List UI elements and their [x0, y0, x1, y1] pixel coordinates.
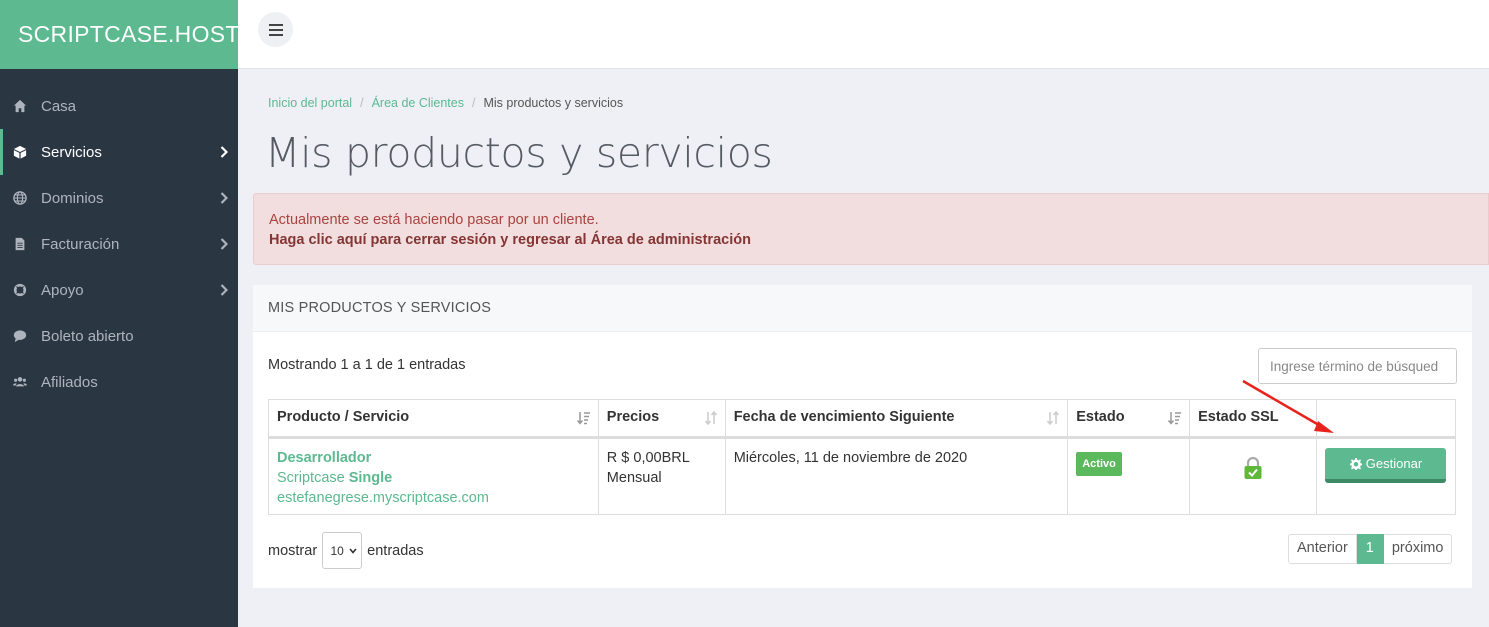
globe-icon	[13, 191, 27, 205]
pagination-next[interactable]: próximo	[1383, 534, 1453, 564]
alert-text: Actualmente se está haciendo pasar por u…	[269, 212, 599, 228]
breadcrumb: Inicio del portal / Área de Clientes / Mis p…	[268, 96, 623, 110]
product-name[interactable]: Desarrollador	[277, 448, 590, 468]
sidebar-item-label: Apoyo	[41, 281, 84, 299]
pagination-page-1[interactable]: 1	[1356, 534, 1384, 564]
price-amount: R $ 0,00BRL	[606, 450, 690, 466]
chevron-right-icon	[220, 145, 229, 158]
manage-button-label: Gestionar	[1365, 456, 1423, 471]
sidebar-item-label: Servicios	[41, 143, 102, 161]
sidebar-item-label: Facturación	[41, 235, 120, 253]
sidebar-item-afiliados[interactable]: Afiliados	[0, 359, 238, 405]
column-header-label: Fecha de vencimiento Siguiente	[733, 409, 955, 425]
file-icon	[13, 237, 27, 251]
breadcrumb-current: Mis productos y servicios	[483, 96, 624, 110]
breadcrumb-link-client-area[interactable]: Área de Clientes	[372, 96, 464, 110]
product-group: Scriptcase Single	[277, 468, 590, 488]
chevron-right-icon	[220, 191, 229, 204]
top-bar	[238, 0, 1489, 69]
home-icon	[13, 99, 27, 113]
sidebar-item-label: Boleto abierto	[41, 327, 134, 345]
column-header-label: Producto / Servicio	[277, 409, 410, 425]
sidebar-item-facturacion[interactable]: Facturación	[0, 221, 238, 267]
breadcrumb-separator: /	[360, 96, 364, 110]
sidebar-item-label: Afiliados	[41, 373, 98, 391]
sort-desc-icon	[1168, 411, 1182, 425]
entries-label: entradas	[367, 542, 424, 559]
column-header-label: Precios	[606, 409, 660, 425]
column-header-actions	[1315, 399, 1457, 439]
sidebar-nav: Casa Servicios Dominios Facturación Apoy…	[0, 69, 238, 405]
pagination-prev[interactable]: Anterior	[1288, 534, 1357, 564]
chevron-right-icon	[220, 283, 229, 296]
sidebar-item-boleto-abierto[interactable]: Boleto abierto	[0, 313, 238, 359]
column-header-product[interactable]: Producto / Servicio	[268, 399, 599, 439]
product-group-bold: Single	[348, 470, 393, 486]
breadcrumb-separator: /	[471, 96, 476, 110]
product-domain[interactable]: estefanegrese.myscriptcase.com	[277, 488, 590, 508]
column-header-ssl[interactable]: Estado SSL	[1189, 399, 1317, 439]
cell-product: Desarrollador Scriptcase Single estefane…	[268, 437, 599, 515]
panel-title: MIS PRODUCTOS Y SERVICIOS	[253, 285, 1472, 332]
cell-due-date: Miércoles, 11 de noviembre de 2020	[724, 437, 1069, 515]
status-badge: Activo	[1076, 452, 1122, 476]
cube-icon	[13, 145, 27, 159]
column-header-label: Estado	[1076, 409, 1125, 425]
brand-logo[interactable]: SCRIPTCASE.HOST	[0, 0, 239, 69]
sidebar-item-label: Casa	[41, 97, 77, 115]
products-panel: MIS PRODUCTOS Y SERVICIOS Mostrando 1 a …	[253, 285, 1472, 588]
products-table: Producto / Servicio Precios Fecha de ven…	[268, 399, 1457, 515]
column-header-due-date[interactable]: Fecha de vencimiento Siguiente	[724, 399, 1069, 439]
chevron-down-icon	[349, 548, 357, 554]
sort-desc-icon	[576, 411, 591, 425]
sidebar-item-label: Dominios	[41, 189, 104, 207]
breadcrumb-link-home[interactable]: Inicio del portal	[268, 96, 352, 110]
cell-status: Activo	[1067, 437, 1191, 515]
sidebar-item-dominios[interactable]: Dominios	[0, 175, 238, 221]
life-ring-icon	[13, 283, 27, 297]
search-input[interactable]	[1258, 348, 1457, 384]
alert-logout-link[interactable]: Haga clic aquí para cerrar sesión y regr…	[269, 232, 751, 248]
comment-icon	[13, 329, 27, 343]
hamburger-icon	[268, 23, 283, 36]
page-title: Mis productos y servicios	[265, 129, 773, 177]
pagination: Anterior 1 próximo	[1288, 534, 1453, 564]
sidebar: SCRIPTCASE.HOST Casa Servicios Dominios …	[0, 0, 239, 627]
sort-icon	[1046, 410, 1060, 426]
impersonation-alert: Actualmente se está haciendo pasar por u…	[253, 193, 1489, 265]
gear-icon	[1349, 457, 1362, 470]
show-label: mostrar	[268, 542, 318, 559]
sidebar-item-casa[interactable]: Casa	[0, 83, 238, 129]
cell-price: R $ 0,00BRL Mensual	[597, 437, 726, 515]
sort-icon	[704, 410, 718, 426]
page-size-select[interactable]: 10	[322, 532, 363, 569]
page-size-value: 10	[330, 543, 344, 558]
sidebar-item-servicios[interactable]: Servicios	[0, 129, 238, 175]
column-header-status[interactable]: Estado	[1067, 399, 1191, 439]
menu-toggle-button[interactable]	[258, 12, 293, 47]
users-icon	[13, 375, 27, 389]
column-header-label: Estado SSL	[1198, 409, 1279, 425]
table-row[interactable]: Desarrollador Scriptcase Single estefane…	[268, 437, 1457, 515]
page-size-control: mostrar 10 entradas	[268, 532, 424, 569]
table-header-row: Producto / Servicio Precios Fecha de ven…	[268, 399, 1457, 439]
cell-actions: Gestionar	[1315, 437, 1457, 515]
column-header-price[interactable]: Precios	[597, 399, 726, 439]
showing-entries-text: Mostrando 1 a 1 de 1 entradas	[268, 357, 466, 373]
sidebar-item-apoyo[interactable]: Apoyo	[0, 267, 238, 313]
manage-button[interactable]: Gestionar	[1325, 448, 1447, 483]
product-group-label: Scriptcase	[277, 470, 345, 486]
lock-icon[interactable]	[1243, 456, 1263, 480]
billing-cycle: Mensual	[606, 470, 662, 486]
chevron-right-icon	[220, 237, 229, 250]
cell-ssl	[1189, 437, 1317, 515]
